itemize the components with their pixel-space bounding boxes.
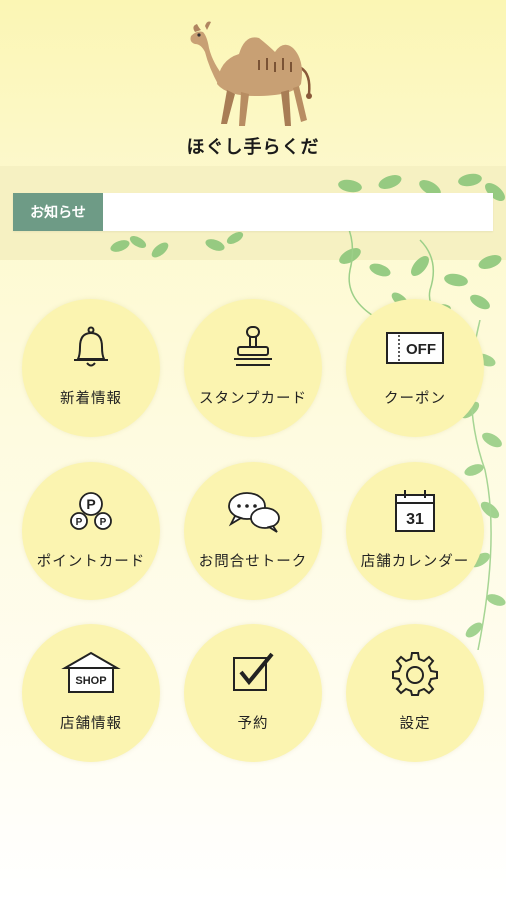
point-card-icon: P P P: [66, 488, 116, 534]
coupon-off-text: OFF: [406, 341, 436, 358]
app-name: ほぐし手らくだ: [186, 137, 320, 158]
svg-text:31: 31: [406, 511, 424, 528]
notice-bar[interactable]: お知らせ: [13, 193, 493, 231]
chat-bubbles-icon: [223, 488, 283, 534]
menu-reservation-button[interactable]: 予約: [184, 624, 322, 762]
svg-text:P: P: [100, 517, 107, 528]
menu-inquiry-talk-label: お問合せトーク: [198, 554, 308, 570]
menu-news-button[interactable]: 新着情報: [22, 299, 160, 437]
svg-text:P: P: [86, 496, 95, 512]
menu-news-label: 新着情報: [60, 391, 122, 407]
menu-point-card-button[interactable]: P P P ポイントカード: [22, 462, 160, 600]
shop-icon: SHOP: [61, 650, 121, 696]
menu-coupon-button[interactable]: OFF クーポン: [346, 299, 484, 437]
menu-store-info-button[interactable]: SHOP 店舗情報: [22, 624, 160, 762]
menu-reservation-label: 予約: [237, 716, 269, 732]
svg-text:SHOP: SHOP: [75, 675, 106, 687]
bell-icon: [68, 325, 114, 371]
menu-store-calendar-label: 店舗カレンダー: [360, 554, 470, 570]
menu-point-card-label: ポイントカード: [36, 554, 146, 570]
svg-text:P: P: [76, 517, 83, 528]
checkbox-icon: [230, 650, 276, 696]
stamp-icon: [230, 325, 276, 371]
menu-settings-button[interactable]: 設定: [346, 624, 484, 762]
menu-stamp-card-label: スタンプカード: [198, 391, 308, 407]
menu-settings-label: 設定: [399, 716, 431, 732]
menu-store-calendar-button[interactable]: 31 店舗カレンダー: [346, 462, 484, 600]
menu-inquiry-talk-button[interactable]: お問合せトーク: [184, 462, 322, 600]
app-header: ほぐし手らくだ: [0, 0, 506, 165]
menu-store-info-label: 店舗情報: [60, 716, 122, 732]
notice-label: お知らせ: [13, 193, 103, 231]
camel-logo: [190, 21, 312, 126]
coupon-icon: OFF: [385, 325, 445, 371]
gear-icon: [392, 650, 438, 696]
calendar-icon: 31: [392, 488, 438, 534]
menu-stamp-card-button[interactable]: スタンプカード: [184, 299, 322, 437]
menu-coupon-label: クーポン: [384, 391, 446, 407]
